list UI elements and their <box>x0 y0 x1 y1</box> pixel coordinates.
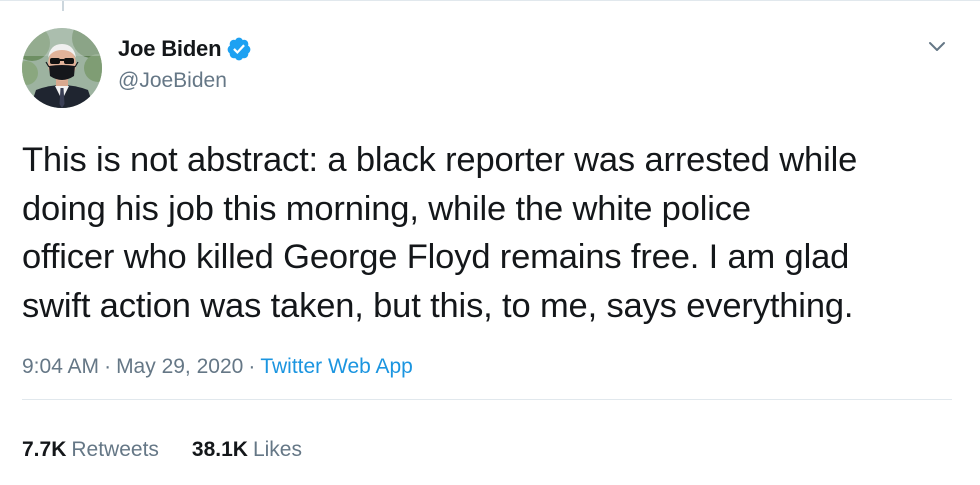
tweet-time[interactable]: 9:04 AM <box>22 355 99 378</box>
tweet-text: This is not abstract: a black reporter w… <box>22 141 858 325</box>
retweets-stat[interactable]: 7.7K Retweets <box>22 438 159 462</box>
retweets-label: Retweets <box>71 438 159 461</box>
tweet-card: Joe Biden @JoeBiden This is not abstract… <box>0 0 980 485</box>
likes-label: Likes <box>252 438 302 461</box>
verified-badge-icon <box>226 36 252 62</box>
tweet-source-link[interactable]: Twitter Web App <box>260 355 413 378</box>
likes-stat[interactable]: 38.1K Likes <box>192 438 302 462</box>
thread-line <box>62 1 64 11</box>
meta-separator: · <box>248 355 256 378</box>
user-block[interactable]: Joe Biden @JoeBiden <box>118 35 252 93</box>
tweet-date[interactable]: May 29, 2020 <box>116 355 243 378</box>
user-handle[interactable]: @JoeBiden <box>118 69 252 93</box>
likes-count: 38.1K <box>191 438 248 461</box>
meta-separator: · <box>104 355 112 378</box>
tweet-meta: 9:04 AM · May 29, 2020 · Twitter Web App <box>22 355 413 379</box>
avatar[interactable] <box>22 28 102 108</box>
divider <box>22 399 952 400</box>
chevron-down-icon[interactable] <box>924 37 950 57</box>
display-name[interactable]: Joe Biden <box>118 36 222 62</box>
name-row: Joe Biden <box>118 35 252 63</box>
retweets-count: 7.7K <box>22 438 67 461</box>
tweet-stats: 7.7K Retweets 38.1K Likes <box>22 438 302 462</box>
avatar-photo <box>22 28 102 108</box>
